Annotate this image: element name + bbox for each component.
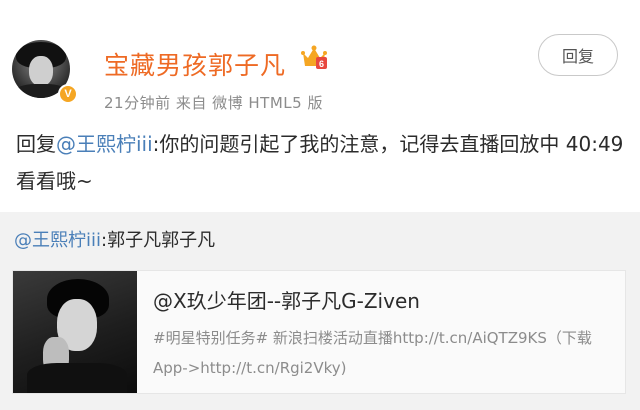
crown-icon: 6: [301, 45, 327, 69]
comment-content: 回复@王熙柠iii:你的问题引起了我的注意，记得去直播回放中 40:49 看看哦…: [16, 126, 626, 200]
repost-section: @王熙柠iii:郭子凡郭子凡 @X玖少年团--郭子凡G-Ziven #明星特别任…: [0, 212, 640, 410]
repost-text: @王熙柠iii:郭子凡郭子凡: [14, 226, 215, 252]
post-meta: 21分钟前 来自 微博 HTML5 版: [104, 94, 323, 112]
username[interactable]: 宝藏男孩郭子凡: [104, 46, 286, 82]
verified-v-icon: V: [58, 84, 78, 104]
link-card[interactable]: @X玖少年团--郭子凡G-Ziven #明星特别任务# 新浪扫楼活动直播http…: [12, 270, 626, 394]
reply-button[interactable]: 回复: [538, 34, 618, 76]
mention-link[interactable]: @王熙柠iii: [56, 132, 153, 156]
reply-prefix: 回复: [16, 132, 56, 156]
avatar-face: [29, 56, 53, 86]
repost-body: :郭子凡郭子凡: [101, 230, 216, 251]
comment-card: V 宝藏男孩郭子凡 6 21分钟前 来自 微博 HTML5 版 回复 回复@王熙…: [0, 0, 640, 212]
card-title[interactable]: @X玖少年团--郭子凡G-Ziven: [153, 285, 420, 314]
card-description: #明星特别任务# 新浪扫楼活动直播http://t.cn/AiQTZ9KS（下载…: [153, 329, 592, 377]
card-thumbnail: [13, 271, 137, 393]
svg-text:6: 6: [319, 59, 324, 69]
repost-mention-link[interactable]: @王熙柠iii: [14, 230, 101, 251]
thumbnail-body: [27, 363, 127, 393]
